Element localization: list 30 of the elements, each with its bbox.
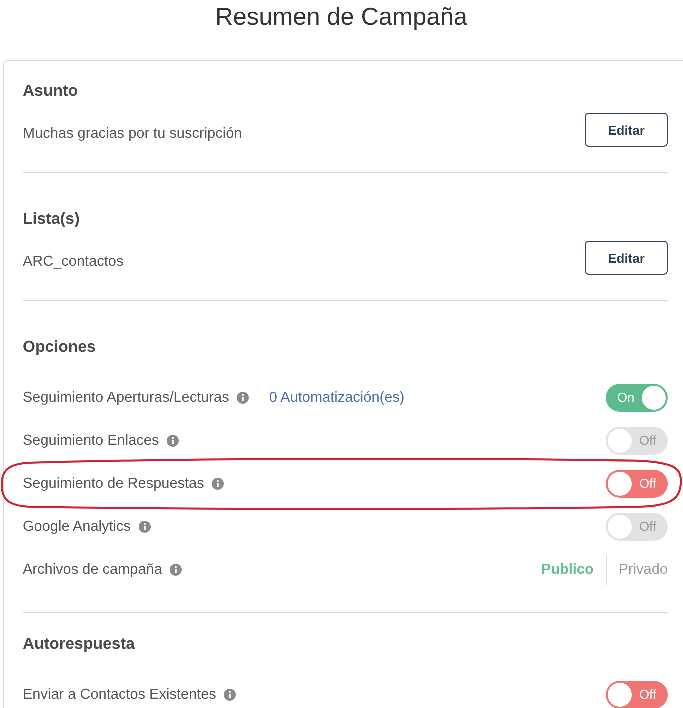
info-icon[interactable] xyxy=(212,478,224,490)
info-icon[interactable] xyxy=(224,688,236,700)
section-value: Muchas gracias por tu suscripción xyxy=(23,124,242,142)
section-heading: Autorespuesta xyxy=(23,635,136,655)
toggle-switch[interactable]: On xyxy=(606,384,668,412)
section-heading: Lista(s) xyxy=(23,210,81,230)
switch-knob xyxy=(608,472,632,496)
info-icon[interactable] xyxy=(170,564,182,576)
page-title: Resumen de Campaña xyxy=(214,3,468,33)
section-heading: Opciones xyxy=(23,338,97,358)
toggle-switch[interactable]: Off xyxy=(606,470,668,498)
automation-link[interactable]: 0 Automatización(es) xyxy=(269,390,405,406)
option-label: Seguimiento Aperturas/Lecturas xyxy=(23,390,230,406)
switch-knob xyxy=(608,428,632,452)
section-value: ARC_contactos xyxy=(23,252,124,270)
info-icon[interactable] xyxy=(237,392,250,404)
section-heading: Asunto xyxy=(23,82,80,102)
edit-button[interactable]: Editar xyxy=(585,241,668,275)
visibility-option[interactable]: Publico xyxy=(529,554,606,584)
edit-button[interactable]: Editar xyxy=(585,113,668,147)
option-label: Seguimiento Enlaces xyxy=(23,432,160,448)
option-label: Enviar a Contactos Existentes xyxy=(23,686,216,702)
option-label: Archivos de campaña xyxy=(23,562,162,578)
option-label: Google Analytics xyxy=(23,518,132,534)
toggle-switch[interactable]: Off xyxy=(606,680,668,708)
switch-knob xyxy=(642,386,666,410)
visibility-option[interactable]: Privado xyxy=(606,554,668,584)
switch-knob xyxy=(608,682,632,706)
switch-knob xyxy=(608,514,632,538)
option-label: Seguimiento de Respuestas xyxy=(23,476,204,492)
